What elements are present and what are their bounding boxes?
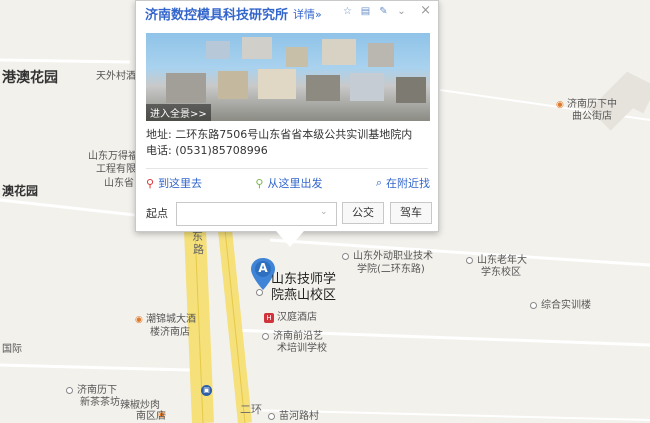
- pin-green-icon: ⚲: [255, 176, 264, 190]
- edit-icon[interactable]: ✎: [377, 5, 390, 18]
- poi-dot-icon: [66, 386, 73, 394]
- popup-title[interactable]: 济南数控模具科技研究所: [145, 4, 288, 23]
- close-button[interactable]: ×: [420, 3, 431, 18]
- chevron-down-icon[interactable]: ⌄: [320, 207, 328, 217]
- label-gangao: 港澳花园: [2, 70, 58, 86]
- detail-link[interactable]: 详情»: [293, 6, 322, 22]
- poi-hanting[interactable]: H 汉庭酒店: [264, 311, 317, 324]
- poi-wanhe[interactable]: 苗河路村: [268, 410, 319, 423]
- label-yanshan2: 南区店: [136, 411, 166, 422]
- bus-icon: ▣: [201, 385, 212, 396]
- drive-button[interactable]: 驾车: [390, 202, 432, 224]
- road-label-lu: 路: [193, 243, 204, 256]
- pin-red-icon: ⚲: [146, 176, 155, 190]
- poi-dot-icon: [530, 301, 537, 309]
- from-here-button[interactable]: ⚲ 从这里出发: [255, 175, 322, 191]
- label-xueschool: 学东校区: [481, 267, 521, 278]
- popup-toolbar: ☆ ▤ ✎ ⌄: [341, 5, 408, 18]
- label-gongtian: 曲公街店: [572, 111, 612, 122]
- label-shandong-e: 山东省: [104, 178, 134, 189]
- panorama-photo[interactable]: 进入全景>>: [146, 33, 430, 121]
- info-window: 济南数控模具科技研究所 详情» ☆ ▤ ✎ ⌄ × 进入全景>> 地址: 二环东…: [135, 0, 439, 247]
- label-wanshi: 山东万得福: [88, 151, 138, 162]
- label-jiqian2: 术培训学校: [277, 343, 327, 354]
- share-icon[interactable]: ▤: [359, 5, 372, 18]
- label-hengwei2: 楼济南店: [150, 327, 190, 338]
- poi-dot-icon: [342, 252, 349, 260]
- chevron-down-icon[interactable]: ⌄: [395, 5, 408, 18]
- address-block: 地址: 二环东路7506号山东省省本级公共实训基地院内 电话: (0531)85…: [146, 127, 412, 159]
- label-guoji: 国际: [2, 344, 22, 355]
- label-tianwai: 天外村酒: [96, 71, 136, 82]
- label-gongcheng: 工程有限: [96, 164, 136, 175]
- main-poi-label[interactable]: 山东技师学 院燕山校区: [271, 272, 336, 304]
- road-label-er: 二环: [240, 403, 262, 416]
- poi-dot-icon: [268, 412, 275, 420]
- bus-button[interactable]: 公交: [342, 202, 384, 224]
- poi-bus-stop[interactable]: ▣: [201, 383, 212, 396]
- poi-hengwei[interactable]: ◉ 潮锦城大酒: [135, 313, 196, 327]
- address-value: 二环东路7506号山东省省本级公共实训基地院内: [175, 128, 413, 141]
- to-here-button[interactable]: ⚲ 到这里去: [146, 175, 202, 191]
- nearby-search-button[interactable]: ⌕ 在附近找: [376, 175, 430, 191]
- phone-label: 电话:: [146, 144, 172, 157]
- label-xueyuan: 学院(二环东路): [357, 264, 425, 275]
- phone-value: (0531)85708996: [175, 144, 268, 157]
- address-label: 地址:: [146, 128, 172, 141]
- star-icon[interactable]: ☆: [341, 5, 354, 18]
- restaurant-icon: ◉: [135, 315, 143, 325]
- poi-dot-icon: [262, 332, 269, 340]
- divider: [146, 168, 428, 169]
- poi-dot-icon: [466, 256, 473, 264]
- poi-zhiye[interactable]: 山东外动职业技术: [342, 250, 433, 263]
- start-input[interactable]: [176, 202, 337, 226]
- search-icon: ⌕: [375, 176, 382, 189]
- restaurant-icon: ◉: [556, 100, 564, 110]
- enter-panorama-link[interactable]: 进入全景>>: [146, 104, 211, 121]
- start-label: 起点: [146, 207, 168, 220]
- poi-dot-icon: [256, 289, 263, 296]
- label-aomen: 澳花园: [2, 184, 39, 198]
- label-xiangcha: 新茶茶坊: [80, 397, 120, 408]
- route-actions: ⚲ 到这里去 ⚲ 从这里出发 ⌕ 在附近找: [146, 175, 430, 191]
- poi-zonghe[interactable]: 综合实训楼: [530, 299, 591, 312]
- hotel-icon: H: [264, 313, 274, 323]
